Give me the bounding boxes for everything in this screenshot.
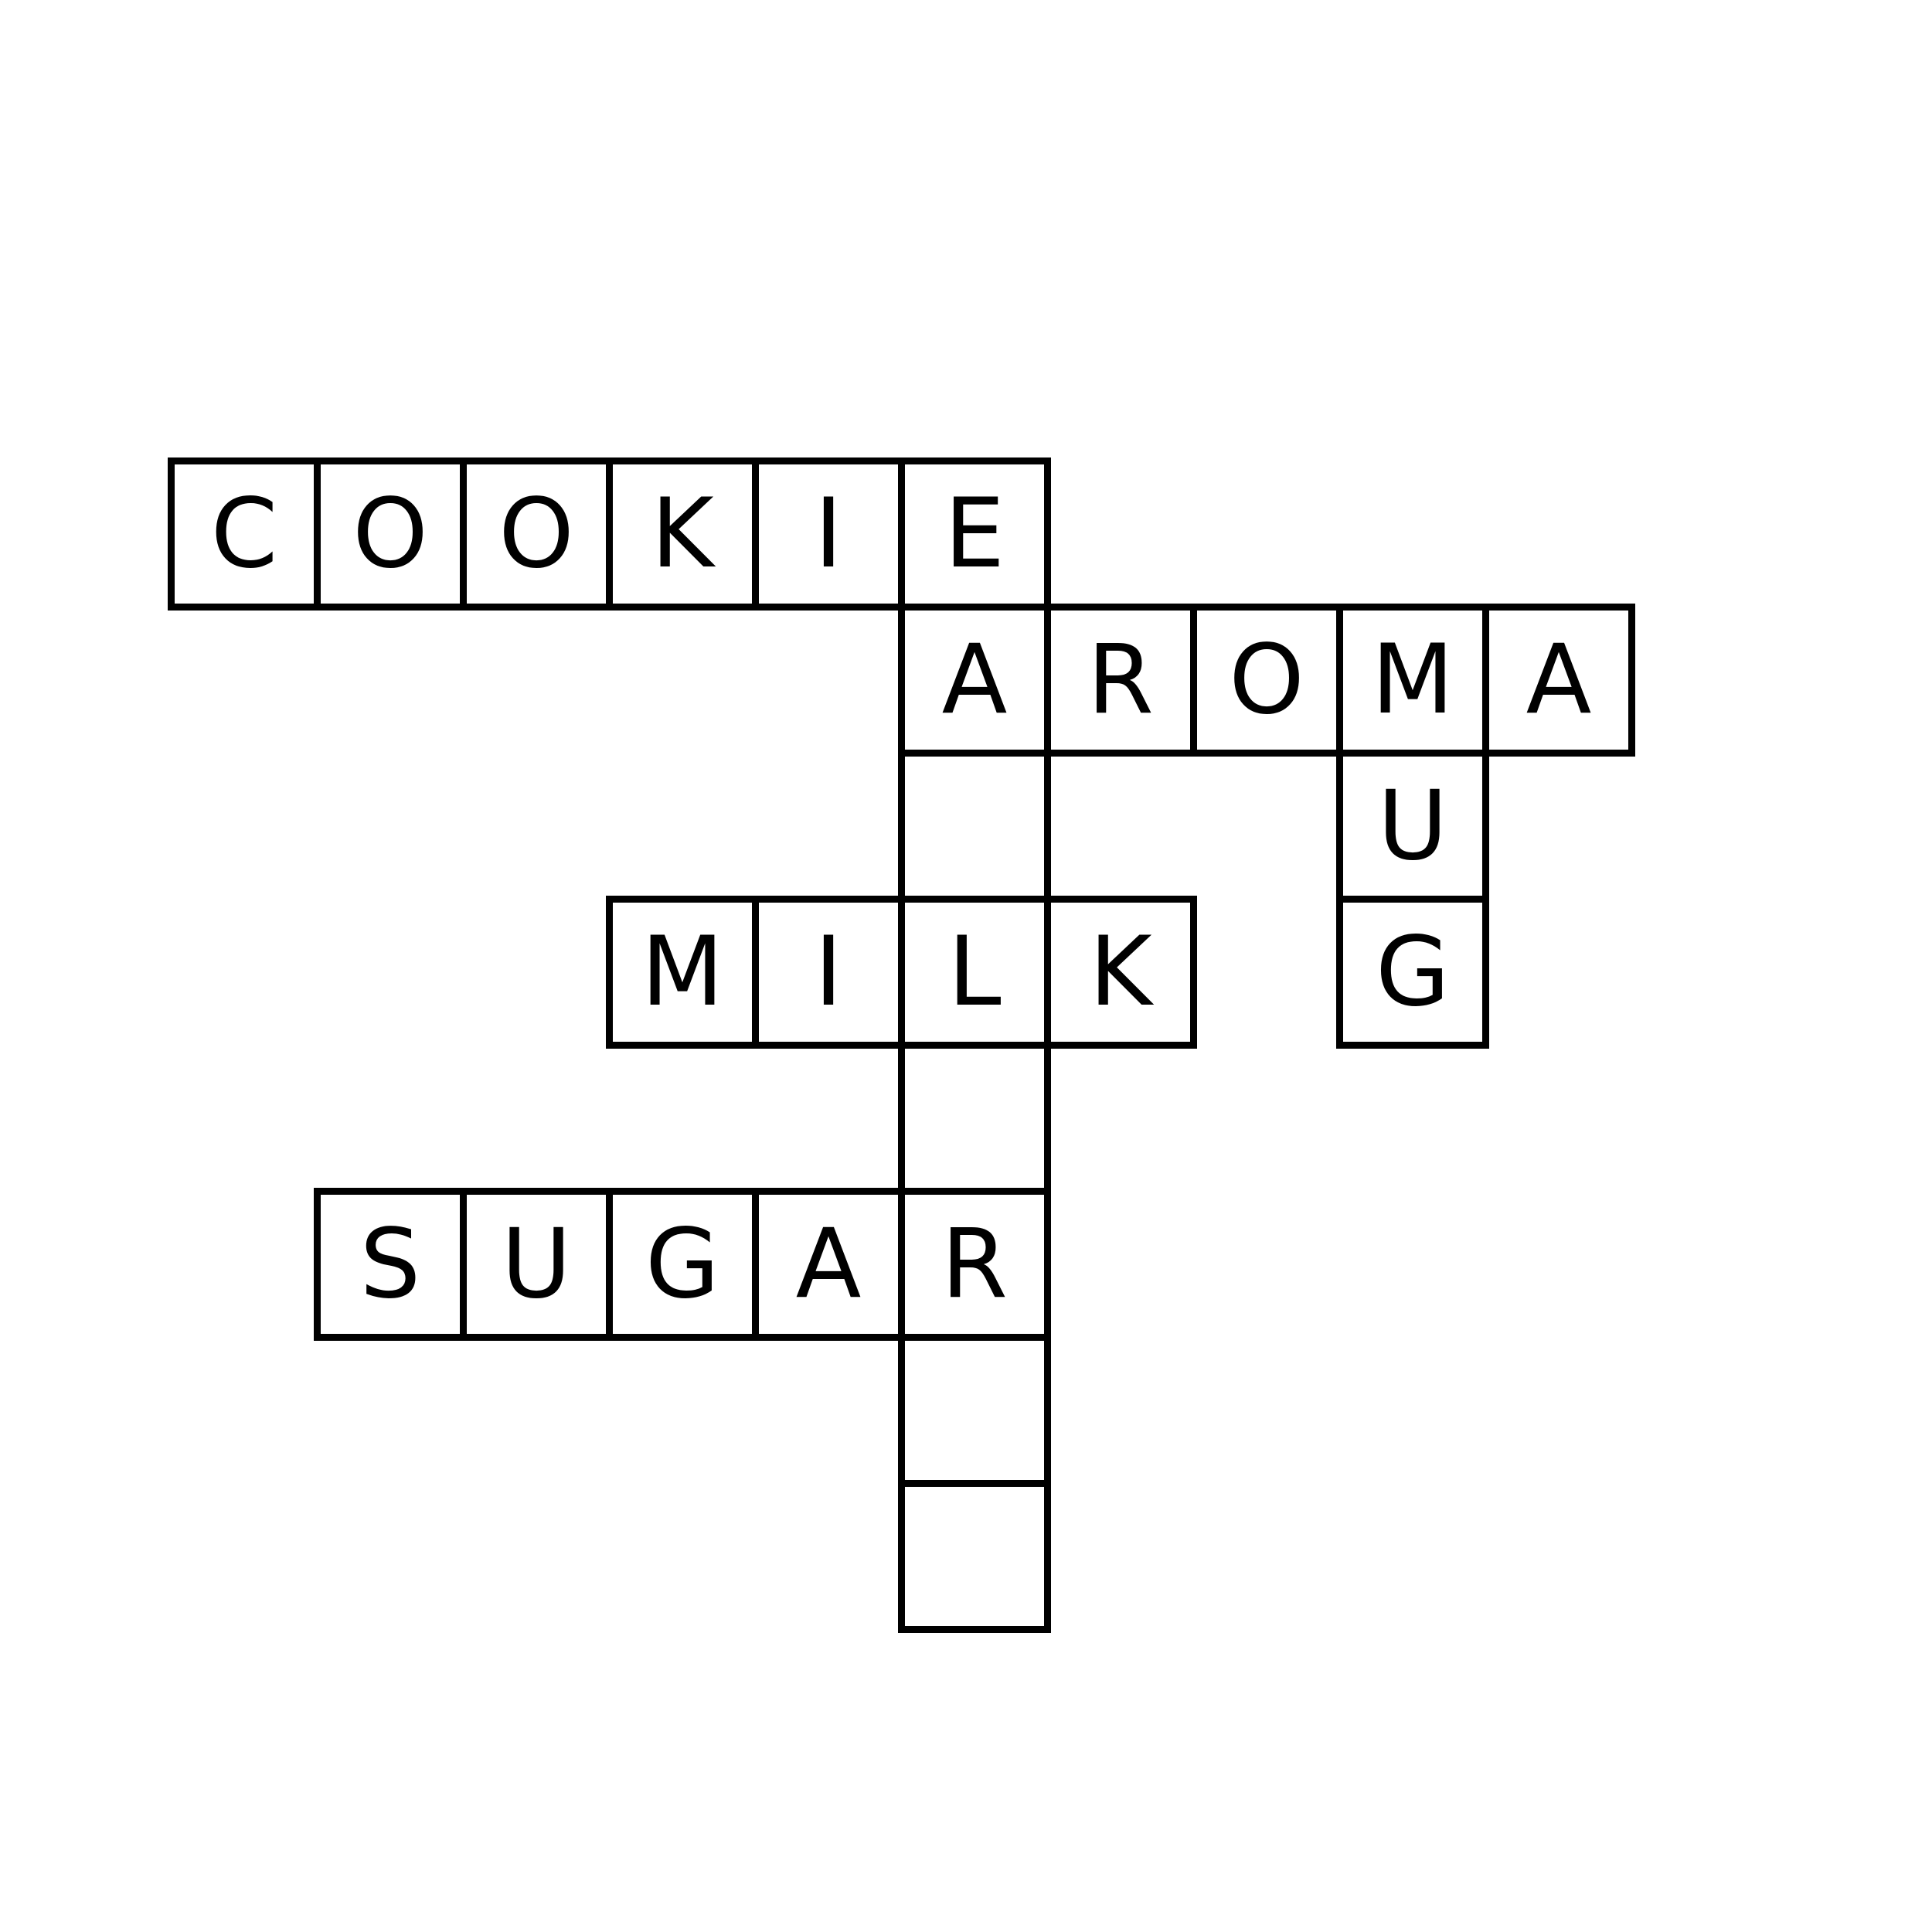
crossword-cell[interactable]: U — [1336, 750, 1489, 903]
crossword-cell[interactable] — [898, 1042, 1051, 1195]
crossword-cell[interactable]: R — [898, 1188, 1051, 1341]
crossword-cell[interactable]: K — [606, 457, 759, 611]
crossword-cell[interactable] — [898, 750, 1051, 903]
crossword-cell[interactable]: K — [1044, 896, 1197, 1049]
crossword-cell[interactable]: E — [898, 457, 1051, 611]
crossword-cell[interactable]: S — [314, 1188, 467, 1341]
crossword-cell[interactable] — [898, 1334, 1051, 1487]
crossword-cell[interactable]: A — [752, 1188, 905, 1341]
crossword-cell[interactable]: L — [898, 896, 1051, 1049]
crossword-cell[interactable]: C — [168, 457, 321, 611]
crossword-cell[interactable]: O — [314, 457, 467, 611]
crossword-cell[interactable]: G — [1336, 896, 1489, 1049]
crossword-cell[interactable]: A — [1482, 604, 1635, 757]
crossword-cell[interactable]: A — [898, 604, 1051, 757]
crossword-cell[interactable]: I — [752, 896, 905, 1049]
crossword-cell[interactable]: U — [460, 1188, 613, 1341]
crossword-cell[interactable]: G — [606, 1188, 759, 1341]
crossword-cell[interactable]: O — [460, 457, 613, 611]
crossword-cell[interactable]: O — [1190, 604, 1343, 757]
crossword-cell[interactable] — [898, 1480, 1051, 1633]
crossword-cell[interactable]: I — [752, 457, 905, 611]
crossword-grid: COOKIEAROMAUMILKGSUGAR — [0, 0, 1932, 1932]
crossword-cell[interactable]: R — [1044, 604, 1197, 757]
crossword-cell[interactable]: M — [606, 896, 759, 1049]
crossword-cell[interactable]: M — [1336, 604, 1489, 757]
